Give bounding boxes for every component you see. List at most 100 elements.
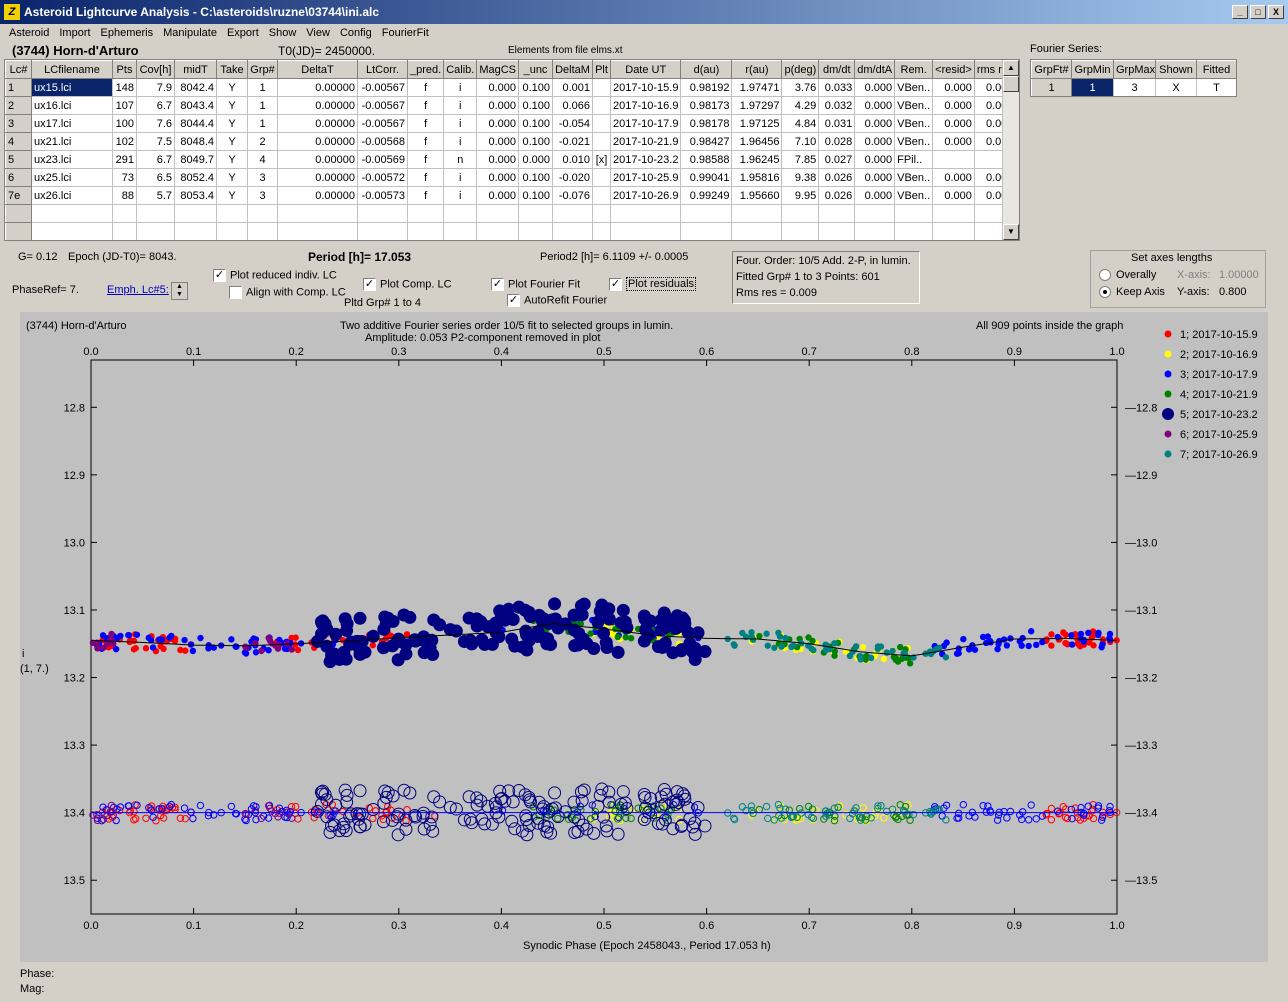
table-cell[interactable]: 1.96456: [731, 132, 783, 151]
table-cell[interactable]: [136, 204, 175, 223]
plot-fourier-checkbox[interactable]: ✓ Plot Fourier Fit: [491, 278, 580, 291]
table-row[interactable]: 7e ux26.lci 88 5.7 8053.4 Y 3 0.00000 -0.00573 f i…: [5, 186, 1017, 205]
column-header[interactable]: Calib.: [443, 60, 478, 79]
table-cell[interactable]: 0.00000: [277, 96, 358, 115]
table-cell[interactable]: 1.97297: [731, 96, 783, 115]
table-cell[interactable]: [592, 168, 612, 187]
table-cell[interactable]: 2017-10-23.2: [610, 150, 682, 169]
table-cell[interactable]: 1: [247, 114, 278, 133]
table-cell[interactable]: 7.5: [136, 132, 175, 151]
table-cell[interactable]: 0.000: [932, 186, 975, 205]
table-cell[interactable]: Y: [216, 96, 248, 115]
table-cell[interactable]: [247, 222, 278, 240]
column-header[interactable]: Grp#: [247, 60, 278, 79]
table-cell[interactable]: 5: [5, 150, 32, 169]
table-cell[interactable]: [592, 222, 612, 240]
table-cell[interactable]: f: [406, 168, 445, 187]
column-header[interactable]: dm/dtA: [854, 60, 896, 79]
table-cell[interactable]: 0.100: [518, 132, 554, 151]
column-header[interactable]: MagCS: [476, 60, 520, 79]
column-header[interactable]: dm/dt: [818, 60, 856, 79]
column-header[interactable]: _pred.: [406, 60, 445, 79]
table-cell[interactable]: 0.000: [854, 150, 896, 169]
table-cell[interactable]: f: [406, 114, 445, 133]
align-checkbox[interactable]: Align with Comp. LC: [229, 286, 346, 299]
table-cell[interactable]: 0.00000: [277, 150, 358, 169]
table-cell[interactable]: 1: [5, 78, 32, 97]
table-cell[interactable]: 0.000: [854, 114, 896, 133]
fourier-column-header[interactable]: Fitted: [1196, 60, 1236, 79]
fourier-cell[interactable]: T: [1196, 78, 1236, 96]
table-cell[interactable]: 0.033: [818, 78, 856, 97]
table-cell[interactable]: 9.95: [781, 186, 820, 205]
yaxis-input[interactable]: 0.800: [1219, 286, 1247, 298]
menu-import[interactable]: Import: [54, 27, 95, 39]
table-cell[interactable]: 0.027: [818, 150, 856, 169]
table-row[interactable]: 1 ux15.lci 148 7.9 8042.4 Y 1 0.00000 -0.00567 f i…: [5, 78, 1017, 97]
table-cell[interactable]: Y: [216, 168, 248, 187]
table-cell[interactable]: 6: [5, 168, 32, 187]
table-cell[interactable]: 0.000: [854, 186, 896, 205]
table-cell[interactable]: 3: [247, 168, 278, 187]
table-cell[interactable]: 0.000: [932, 168, 975, 187]
table-cell[interactable]: [5, 204, 32, 223]
table-cell[interactable]: 0.00000: [277, 114, 358, 133]
table-row[interactable]: 3 ux17.lci 100 7.6 8044.4 Y 1 0.00000 -0.00567 f i…: [5, 114, 1017, 133]
table-cell[interactable]: 0.000: [854, 78, 896, 97]
table-cell[interactable]: [592, 114, 612, 133]
table-cell[interactable]: [592, 78, 612, 97]
column-header[interactable]: r(au): [731, 60, 783, 79]
scroll-up-button[interactable]: ▲: [1003, 60, 1019, 76]
table-cell[interactable]: 0.98588: [680, 150, 733, 169]
table-cell[interactable]: 0.99041: [680, 168, 733, 187]
table-cell[interactable]: [x]: [592, 150, 612, 169]
column-header[interactable]: Plt: [592, 60, 612, 79]
table-cell[interactable]: 0.000: [476, 132, 520, 151]
table-cell[interactable]: [518, 222, 554, 240]
table-cell[interactable]: 0.00000: [277, 78, 358, 97]
table-cell[interactable]: -0.021: [552, 132, 594, 151]
table-cell[interactable]: 1.95816: [731, 168, 783, 187]
table-cell[interactable]: 0.00000: [277, 186, 358, 205]
table-cell[interactable]: ux17.lci: [31, 114, 113, 133]
menu-manipulate[interactable]: Manipulate: [158, 27, 222, 39]
table-cell[interactable]: [476, 204, 520, 223]
table-cell[interactable]: [854, 204, 896, 223]
table-cell[interactable]: 102: [112, 132, 137, 151]
table-cell[interactable]: 0.031: [818, 114, 856, 133]
table-cell[interactable]: [731, 222, 783, 240]
table-cell[interactable]: 9.38: [781, 168, 820, 187]
keep-axis-radio[interactable]: Keep Axis: [1099, 286, 1165, 299]
fourier-column-header[interactable]: GrpFt#: [1031, 60, 1072, 79]
table-cell[interactable]: 0.100: [518, 114, 554, 133]
table-cell[interactable]: Y: [216, 114, 248, 133]
table-cell[interactable]: -0.00569: [357, 150, 408, 169]
table-cell[interactable]: 0.000: [476, 78, 520, 97]
table-cell[interactable]: 0.000: [476, 186, 520, 205]
table-cell[interactable]: [932, 150, 975, 169]
table-cell[interactable]: [854, 222, 896, 240]
table-cell[interactable]: 0.000: [854, 96, 896, 115]
plot-area[interactable]: (3744) Horn-d'Arturo Two additive Fourie…: [20, 312, 1268, 962]
table-cell[interactable]: i: [443, 114, 478, 133]
table-cell[interactable]: VBen..: [894, 186, 934, 205]
column-header[interactable]: LtCorr.: [357, 60, 408, 79]
xaxis-input[interactable]: 1.00000: [1219, 269, 1259, 281]
column-header[interactable]: Cov[h]: [136, 60, 175, 79]
table-cell[interactable]: [518, 204, 554, 223]
fourier-column-header[interactable]: Shown: [1155, 60, 1197, 79]
table-cell[interactable]: [443, 204, 478, 223]
column-header[interactable]: LCfilename: [31, 60, 113, 79]
table-cell[interactable]: 100: [112, 114, 137, 133]
table-cell[interactable]: ux16.lci: [31, 96, 113, 115]
table-cell[interactable]: 88: [112, 186, 137, 205]
table-cell[interactable]: [247, 204, 278, 223]
table-cell[interactable]: 148: [112, 78, 137, 97]
table-cell[interactable]: [112, 204, 137, 223]
table-cell[interactable]: n: [443, 150, 478, 169]
table-cell[interactable]: [31, 204, 113, 223]
menu-view[interactable]: View: [301, 27, 335, 39]
table-cell[interactable]: 8044.4: [174, 114, 217, 133]
table-cell[interactable]: 0.000: [932, 96, 975, 115]
table-cell[interactable]: 3: [247, 186, 278, 205]
